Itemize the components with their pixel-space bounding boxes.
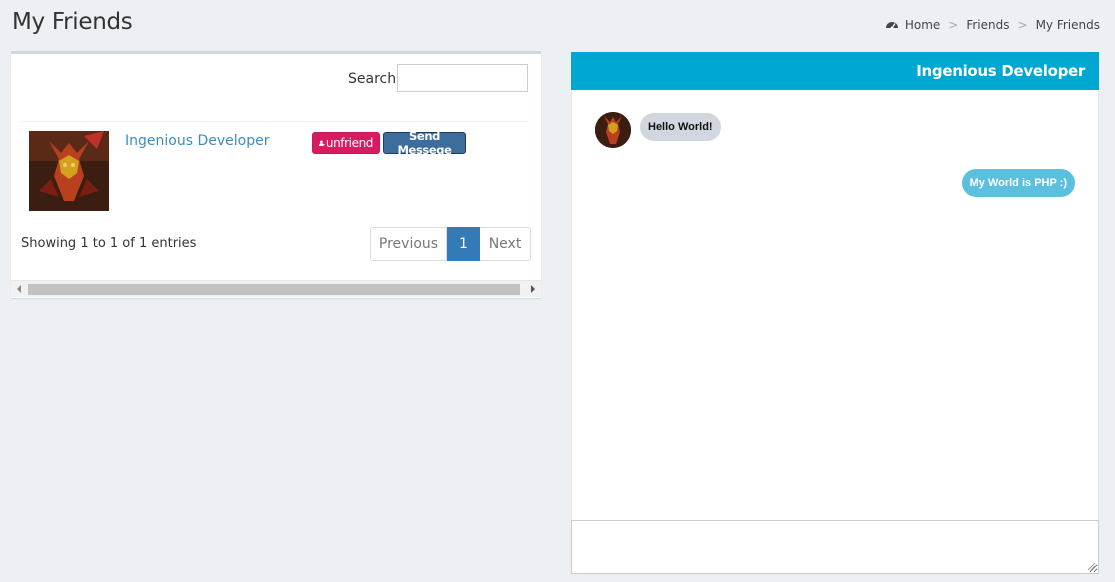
search-label: Search: bbox=[348, 71, 401, 87]
scroll-left-icon[interactable] bbox=[17, 285, 21, 293]
breadcrumb-separator: > bbox=[1017, 18, 1028, 32]
horizontal-scrollbar[interactable] bbox=[11, 280, 541, 297]
unfriend-label: unfriend bbox=[325, 136, 374, 150]
chat-header: Ingenious Developer bbox=[571, 52, 1099, 90]
friend-avatar bbox=[29, 131, 109, 211]
breadcrumb-friends[interactable]: Friends bbox=[966, 18, 1009, 32]
scrollbar-thumb[interactable] bbox=[28, 284, 520, 295]
friends-list-box: Search: Ingenious Developer unfriend Sen… bbox=[11, 51, 541, 298]
breadcrumb: Home > Friends > My Friends bbox=[885, 18, 1100, 32]
send-message-button[interactable]: Send Messege bbox=[383, 129, 466, 157]
breadcrumb-separator: > bbox=[948, 18, 959, 32]
incoming-message: Hello World! bbox=[640, 113, 721, 141]
friend-name-link[interactable]: Ingenious Developer bbox=[125, 133, 269, 149]
chat-message-input[interactable] bbox=[571, 520, 1099, 574]
page-title: My Friends bbox=[12, 9, 133, 35]
page-1-button[interactable]: 1 bbox=[447, 227, 480, 261]
table-divider bbox=[21, 121, 529, 122]
resize-grip-icon[interactable] bbox=[1086, 561, 1096, 571]
chat-title: Ingenious Developer bbox=[916, 62, 1085, 80]
unfriend-button[interactable]: unfriend bbox=[312, 132, 380, 154]
breadcrumb-current: My Friends bbox=[1035, 18, 1100, 32]
scroll-right-icon[interactable] bbox=[531, 285, 535, 293]
pagination: Previous 1 Next bbox=[370, 227, 531, 261]
dashboard-icon bbox=[885, 22, 898, 30]
previous-page-button[interactable]: Previous bbox=[370, 227, 447, 261]
user-minus-icon bbox=[319, 140, 325, 146]
chat-box: Ingenious Developer Hello World! My Worl… bbox=[571, 52, 1099, 574]
avatar bbox=[595, 112, 631, 148]
outgoing-message: My World is PHP :) bbox=[961, 169, 1075, 197]
search-input[interactable] bbox=[397, 64, 528, 92]
chat-messages: Hello World! My World is PHP :) bbox=[571, 90, 1099, 520]
breadcrumb-home[interactable]: Home bbox=[905, 18, 940, 32]
entries-info: Showing 1 to 1 of 1 entries bbox=[21, 236, 197, 251]
next-page-button[interactable]: Next bbox=[480, 227, 531, 261]
